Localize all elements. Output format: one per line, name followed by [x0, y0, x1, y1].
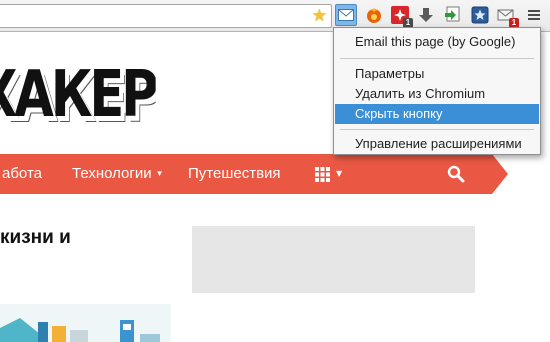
nav-item-label: Путешествия: [188, 165, 281, 182]
email-extension-icon[interactable]: [335, 4, 357, 26]
menu-item-email-page[interactable]: Email this page (by Google): [335, 32, 539, 52]
article-thumbnail[interactable]: [0, 304, 171, 342]
nav-item-label: Технологии: [72, 165, 152, 182]
menu-item-hide-button[interactable]: Скрыть кнопку: [335, 104, 539, 124]
menu-item-remove[interactable]: Удалить из Chromium: [335, 84, 539, 104]
menu-item-options[interactable]: Параметры: [335, 64, 539, 84]
caret-down-icon: ▼: [155, 169, 164, 179]
caret-down-icon: ▼: [336, 169, 343, 178]
bookmark-star-icon[interactable]: ★: [312, 6, 327, 26]
nav-item-label: абота: [2, 165, 42, 182]
menu-item-manage-extensions[interactable]: Управление расширениями: [335, 134, 539, 154]
menu-separator: [340, 129, 534, 130]
nav-arrow-tip: [492, 154, 508, 194]
red-extension-icon[interactable]: 1: [390, 5, 413, 28]
blue-star-extension-icon[interactable]: [470, 5, 490, 25]
chrome-menu-icon[interactable]: [524, 5, 544, 25]
extension-context-menu: Email this page (by Google) Параметры Уд…: [333, 27, 541, 155]
green-extension-icon[interactable]: [442, 5, 462, 25]
site-logo[interactable]: ХАКЕР: [0, 60, 155, 130]
address-bar[interactable]: ★: [0, 4, 332, 28]
grid-icon[interactable]: [315, 167, 330, 186]
search-icon[interactable]: [447, 165, 465, 187]
menu-separator: [340, 58, 534, 59]
ad-placeholder: [192, 226, 475, 293]
download-arrow-icon[interactable]: [416, 5, 436, 25]
nav-item-technologies[interactable]: Технологии ▼: [72, 154, 164, 194]
article-headline[interactable]: кизни и: [0, 226, 71, 250]
mail-extension-icon[interactable]: 1: [496, 5, 519, 28]
nav-item-travel[interactable]: Путешествия: [188, 154, 281, 194]
nav-item-work[interactable]: абота: [2, 154, 42, 194]
firefox-like-extension-icon[interactable]: [364, 5, 384, 25]
site-nav: абота Технологии ▼ Путешествия ▼: [0, 154, 492, 194]
